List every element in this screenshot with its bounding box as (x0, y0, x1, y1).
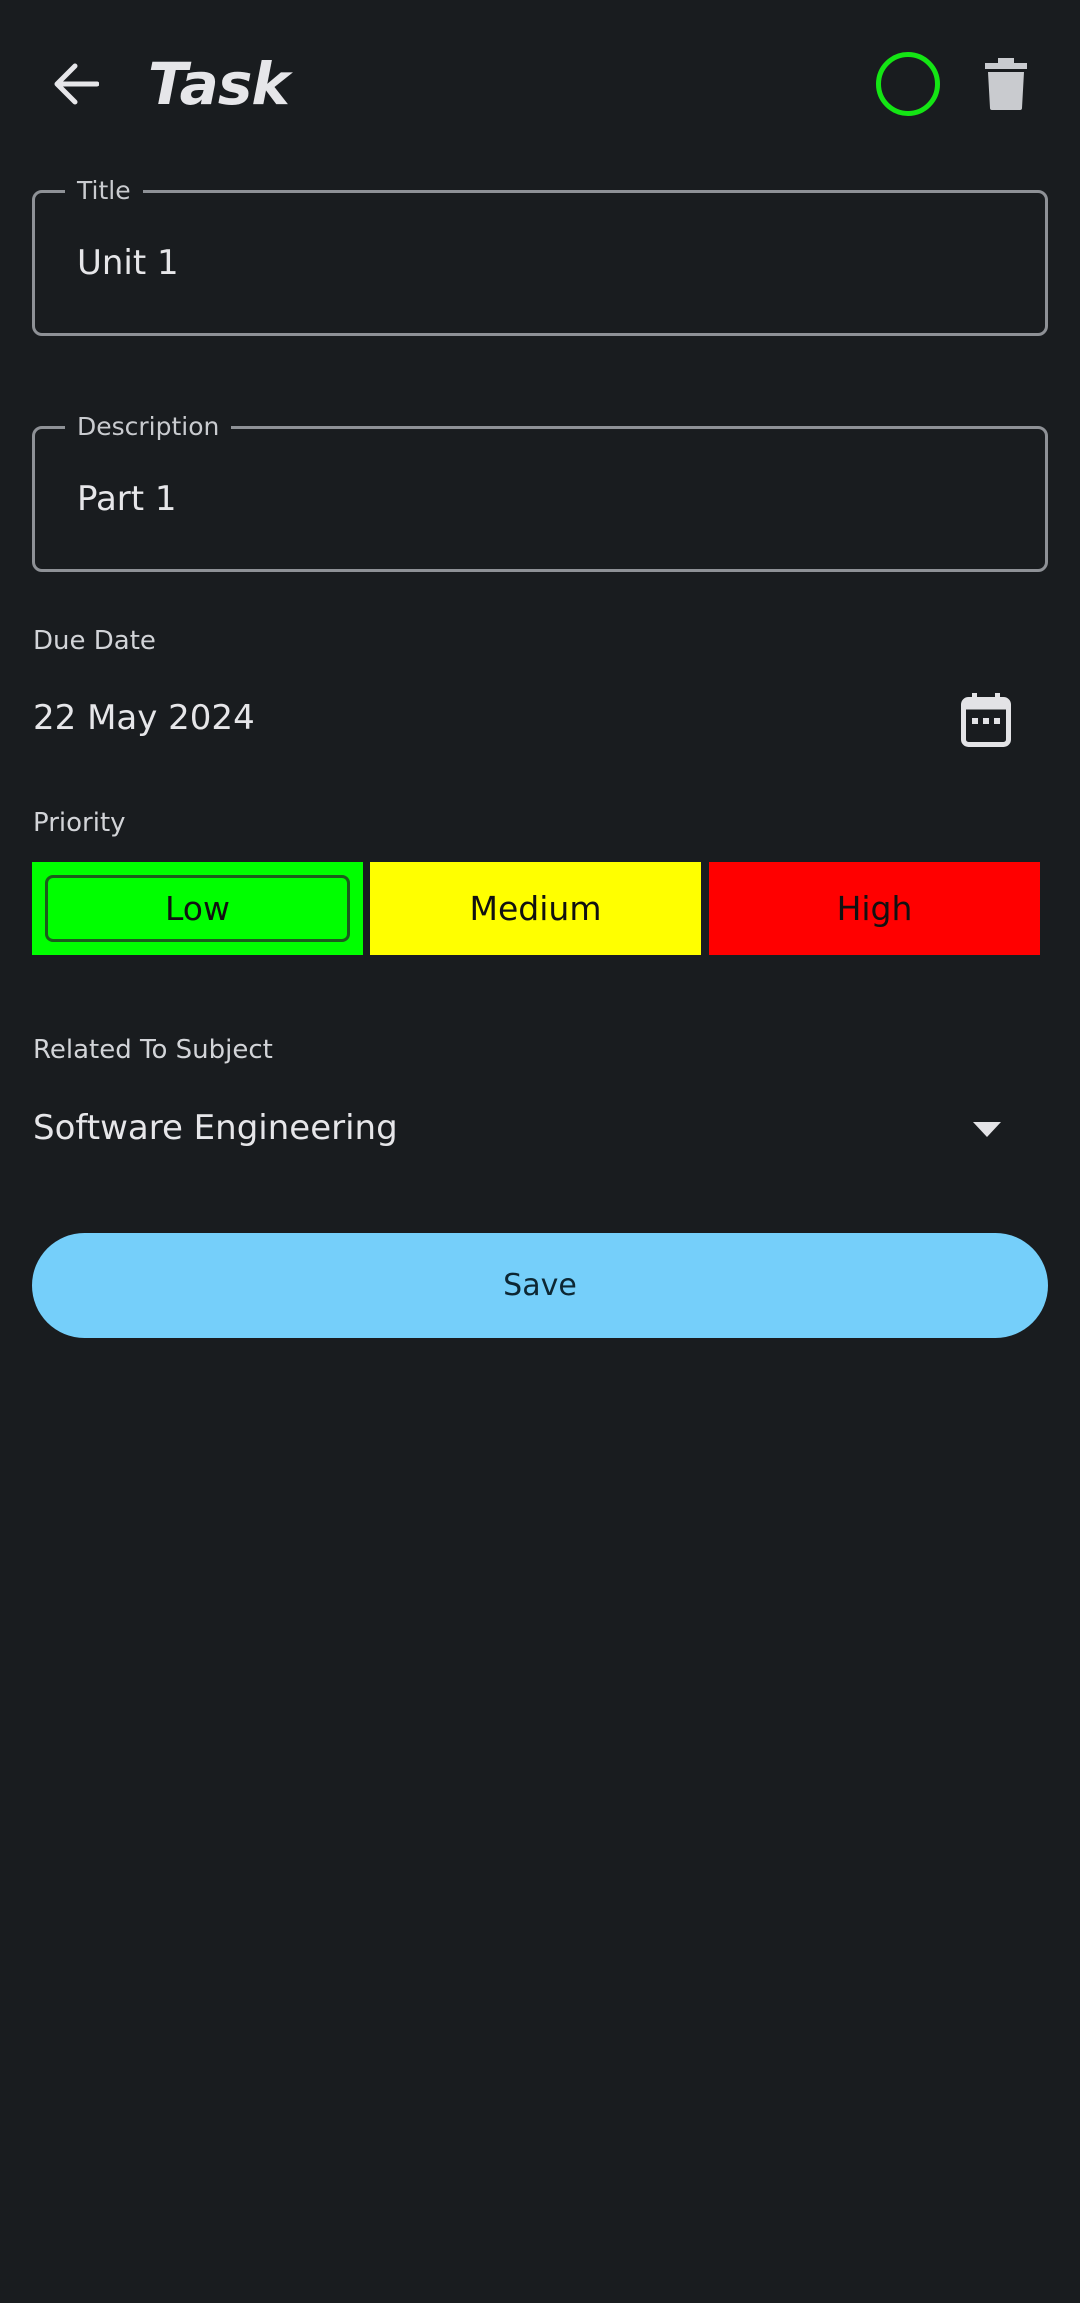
complete-toggle-button[interactable] (876, 52, 940, 116)
top-app-bar: Task (0, 0, 1080, 170)
subject-dropdown[interactable]: Software Engineering (33, 1106, 398, 1150)
priority-high-label: High (836, 889, 913, 928)
save-button[interactable]: Save (32, 1233, 1048, 1338)
calendar-icon (961, 693, 1011, 747)
priority-low-button[interactable]: Low (32, 862, 363, 955)
priority-low-label: Low (165, 889, 230, 928)
page-title: Task (148, 50, 290, 118)
back-button[interactable] (40, 44, 110, 124)
description-input[interactable]: Part 1 (77, 477, 177, 521)
delete-button[interactable] (980, 54, 1032, 114)
title-field[interactable]: Title Unit 1 (32, 176, 1048, 336)
calendar-button[interactable] (956, 690, 1016, 750)
title-input[interactable]: Unit 1 (77, 241, 179, 285)
priority-label: Priority (33, 808, 126, 838)
title-field-label: Title (65, 176, 143, 206)
arrow-left-icon (54, 63, 99, 105)
priority-medium-label: Medium (469, 889, 602, 928)
priority-medium-button[interactable]: Medium (370, 862, 701, 955)
subject-dropdown-button[interactable] (962, 1110, 1012, 1150)
subject-label: Related To Subject (33, 1035, 273, 1065)
due-date-value[interactable]: 22 May 2024 (33, 696, 255, 740)
due-date-label: Due Date (33, 626, 156, 656)
trash-icon (985, 58, 1027, 110)
priority-high-button[interactable]: High (709, 862, 1040, 955)
chevron-down-icon (973, 1122, 1001, 1137)
description-field-label: Description (65, 412, 232, 442)
description-field[interactable]: Description Part 1 (32, 412, 1048, 572)
